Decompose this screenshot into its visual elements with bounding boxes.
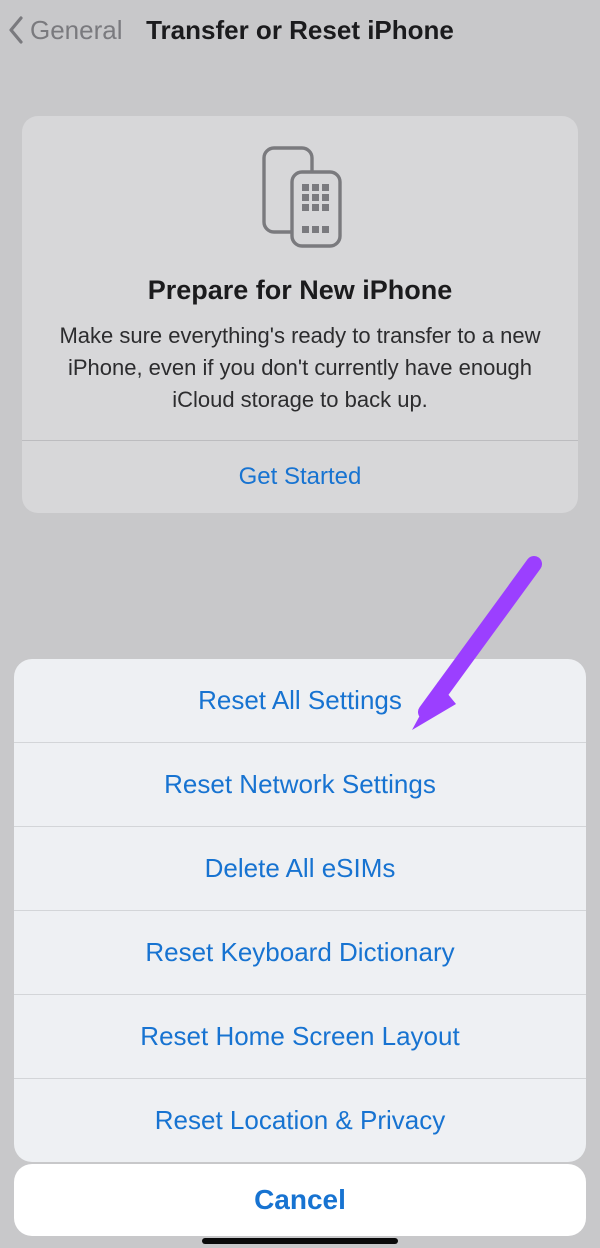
reset-network-settings-option[interactable]: Reset Network Settings bbox=[14, 742, 586, 826]
home-indicator bbox=[0, 1236, 600, 1248]
reset-location-privacy-option[interactable]: Reset Location & Privacy bbox=[14, 1078, 586, 1162]
cancel-button[interactable]: Cancel bbox=[14, 1164, 586, 1236]
reset-action-sheet: Reset All Settings Reset Network Setting… bbox=[14, 659, 586, 1162]
card-description: Make sure everything's ready to transfer… bbox=[48, 320, 552, 416]
delete-all-esims-option[interactable]: Delete All eSIMs bbox=[14, 826, 586, 910]
reset-home-screen-layout-option[interactable]: Reset Home Screen Layout bbox=[14, 994, 586, 1078]
back-button[interactable]: General bbox=[8, 15, 123, 46]
card-title: Prepare for New iPhone bbox=[48, 275, 552, 306]
chevron-left-icon bbox=[8, 16, 24, 44]
prepare-card: Prepare for New iPhone Make sure everyth… bbox=[22, 116, 578, 513]
reset-keyboard-dictionary-option[interactable]: Reset Keyboard Dictionary bbox=[14, 910, 586, 994]
transfer-devices-icon bbox=[252, 142, 348, 257]
get-started-button[interactable]: Get Started bbox=[48, 441, 552, 513]
navigation-bar: General Transfer or Reset iPhone bbox=[0, 0, 600, 60]
reset-all-settings-option[interactable]: Reset All Settings bbox=[14, 659, 586, 742]
back-label: General bbox=[30, 15, 123, 46]
